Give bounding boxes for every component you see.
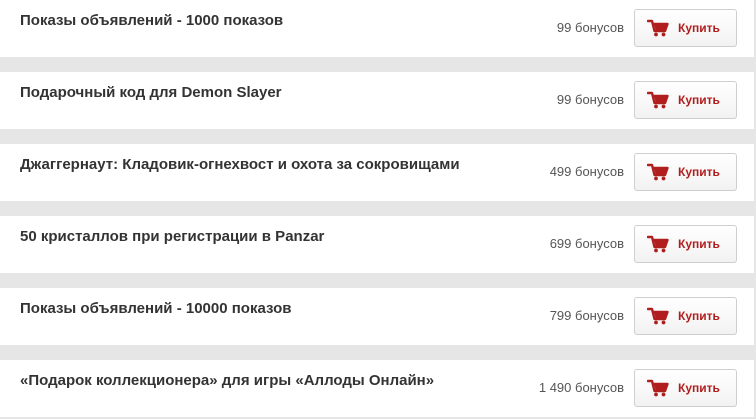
buy-button-label: Купить [678,237,720,251]
offer-row: Подарочный код для Demon Slayer 99 бонус… [0,72,754,129]
offer-title: «Подарок коллекционера» для игры «Аллоды… [20,372,435,389]
offer-title: 50 кристаллов при регистрации в Panzar [20,228,325,245]
offer-price: 799 бонусов [549,308,624,323]
shopping-cart-icon [647,91,669,109]
buy-button[interactable]: Купить [634,369,737,407]
shopping-cart-icon [647,19,669,37]
offer-price: 499 бонусов [549,164,624,179]
offer-price: 699 бонусов [549,236,624,251]
offer-price: 99 бонусов [556,20,624,35]
offer-row: Показы объявлений - 10000 показов 799 бо… [0,288,754,345]
buy-button-label: Купить [678,165,720,179]
buy-button[interactable]: Купить [634,81,737,119]
shopping-cart-icon [647,235,669,253]
offer-row: Джаггернаут: Кладовик-огнехвост и охота … [0,144,754,201]
buy-button[interactable]: Купить [634,225,737,263]
buy-button[interactable]: Купить [634,297,737,335]
buy-button[interactable]: Купить [634,9,737,47]
offer-row: 50 кристаллов при регистрации в Panzar 6… [0,216,754,273]
shopping-cart-icon [647,379,669,397]
buy-button-label: Купить [678,93,720,107]
buy-button[interactable]: Купить [634,153,737,191]
offer-row: Показы объявлений - 1000 показов 99 бону… [0,0,754,57]
offer-price: 99 бонусов [556,92,624,107]
buy-button-label: Купить [678,309,720,323]
offer-row: «Подарок коллекционера» для игры «Аллоды… [0,360,754,417]
offers-list: Показы объявлений - 1000 показов 99 бону… [0,0,756,419]
offer-title: Подарочный код для Demon Slayer [20,84,282,101]
buy-button-label: Купить [678,21,720,35]
shopping-cart-icon [647,163,669,181]
offer-title: Показы объявлений - 1000 показов [20,12,284,29]
shopping-cart-icon [647,307,669,325]
offer-title: Показы объявлений - 10000 показов [20,300,292,317]
offer-price: 1 490 бонусов [538,380,624,395]
offer-title: Джаггернаут: Кладовик-огнехвост и охота … [20,156,460,173]
buy-button-label: Купить [678,381,720,395]
